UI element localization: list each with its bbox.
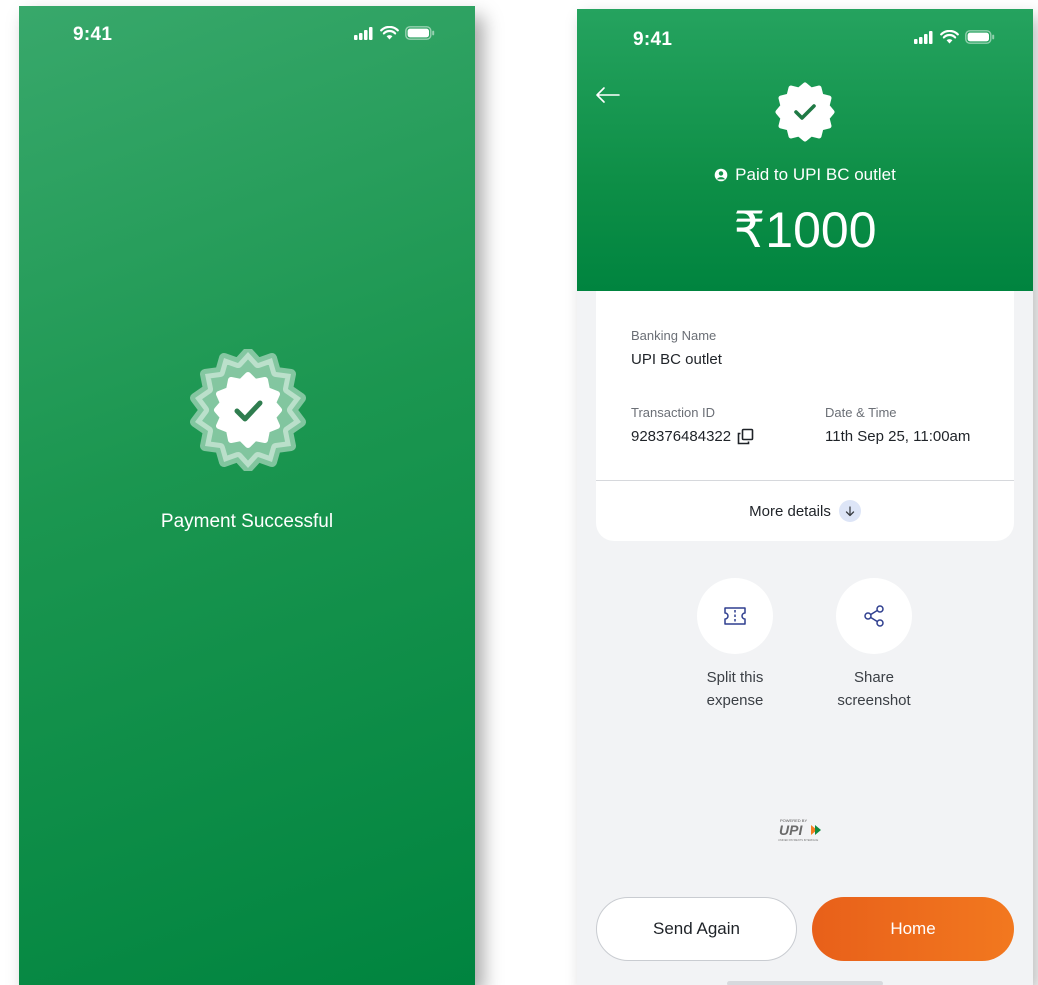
share-icon [864,605,884,627]
payment-success-screen: 9:41 Payment Successful [19,6,475,985]
home-indicator [727,981,883,985]
wifi-icon [940,30,959,44]
payment-amount: ₹1000 [733,202,877,258]
transaction-details-card: Banking Name UPI BC outlet Transaction I… [596,291,1014,541]
transaction-id-value: 928376484322 [631,428,732,445]
split-expense-label: Split this expense [706,669,764,709]
share-screenshot-circle[interactable] [836,578,912,654]
datetime-value: 11th Sep 25, 11:00am [825,428,971,445]
transaction-id-row: 928376484322 [631,428,754,445]
more-details-label: More details [749,502,831,520]
verified-check-icon [190,349,306,471]
datetime-label: Date & Time [825,405,897,420]
copy-icon[interactable] [737,428,754,445]
status-bar: 9:41 [19,6,475,66]
battery-icon [965,30,995,44]
more-details-button[interactable]: More details [596,481,1014,541]
ticket-split-icon [724,607,746,625]
signal-icon [914,30,933,44]
paid-to-row: Paid to UPI BC outlet [577,165,1033,185]
status-icons [914,30,995,44]
home-button[interactable]: Home [812,897,1014,961]
user-circle-icon [714,168,728,182]
share-screenshot-label: Share screenshot [837,669,911,709]
arrow-down-icon [838,500,861,522]
transaction-id-label: Transaction ID [631,405,716,420]
banking-name-label: Banking Name [631,328,717,343]
split-expense-circle[interactable] [697,578,773,654]
upi-brand: UPI [779,822,803,838]
verified-check-icon [775,82,835,142]
signal-icon [354,26,373,40]
paid-to-text: Paid to UPI BC outlet [735,165,896,184]
upi-tagline: UNIFIED PAYMENTS INTERFACE [778,838,819,842]
receipt-header: 9:41 Paid to UPI BC outlet ₹1000 [577,9,1033,291]
status-time: 9:41 [73,24,113,45]
upi-logo: POWERED BY UPI UNIFIED PAYMENTS INTERFAC… [778,818,821,842]
payment-receipt-screen: 9:41 Paid to UPI BC outlet ₹1000 Banking… [577,9,1033,985]
banking-name-value: UPI BC outlet [631,351,722,368]
battery-icon [405,26,435,40]
status-time: 9:41 [633,29,673,50]
wifi-icon [380,26,399,40]
payment-success-title: Payment Successful [160,511,334,532]
send-again-button[interactable]: Send Again [596,897,797,961]
back-arrow-icon[interactable] [595,85,621,105]
status-icons [354,26,435,40]
share-screenshot-action[interactable]: Share screenshot [819,578,929,712]
split-expense-action[interactable]: Split this expense [680,578,790,712]
